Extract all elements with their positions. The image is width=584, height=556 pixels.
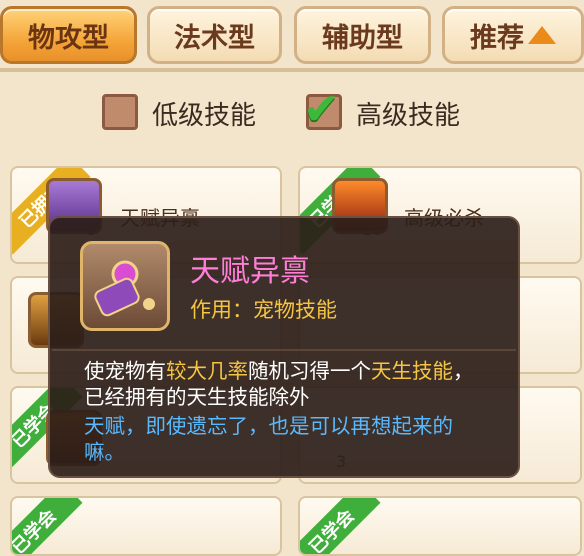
- skill-card[interactable]: 已学会: [298, 496, 582, 556]
- tooltip-quote: 天赋，即使遗忘了，也是可以再想起来的嘛。: [84, 414, 453, 464]
- tab-magic-label: 法术型: [174, 22, 255, 54]
- desc-highlight: 较大几率: [166, 359, 248, 383]
- learned-badge: 已学会: [12, 498, 83, 554]
- tab-magic[interactable]: 法术型: [147, 6, 282, 64]
- desc-text: 随机习得一个: [248, 359, 371, 383]
- low-level-label: 低级技能: [152, 101, 257, 131]
- tooltip-effect: 作用：宠物技能: [190, 298, 337, 322]
- tab-recommend-label: 推荐: [470, 22, 524, 54]
- tooltip-title: 天赋异禀: [190, 254, 310, 289]
- learned-badge: 已学会: [300, 498, 381, 554]
- tabs-divider: [0, 68, 584, 72]
- tab-recommend[interactable]: 推荐: [442, 6, 584, 64]
- tab-support-label: 辅助型: [322, 22, 403, 54]
- tooltip-divider: [52, 349, 516, 351]
- talent-gem-icon: [80, 241, 170, 331]
- tooltip-description: 使宠物有较大几率随机习得一个天生技能，已经拥有的天生技能除外: [84, 358, 484, 410]
- tab-physical[interactable]: 物攻型: [0, 6, 137, 64]
- tab-support[interactable]: 辅助型: [294, 6, 431, 64]
- desc-text: 使宠物有: [84, 359, 166, 383]
- checkmark-icon: ✔: [303, 84, 340, 135]
- tab-physical-label: 物攻型: [28, 22, 109, 54]
- desc-highlight: 天生技能: [371, 359, 453, 383]
- high-level-label: 高级技能: [356, 101, 461, 131]
- skill-card[interactable]: 已学会: [10, 496, 282, 556]
- triangle-up-icon: [528, 26, 556, 44]
- low-level-checkbox[interactable]: [102, 94, 138, 130]
